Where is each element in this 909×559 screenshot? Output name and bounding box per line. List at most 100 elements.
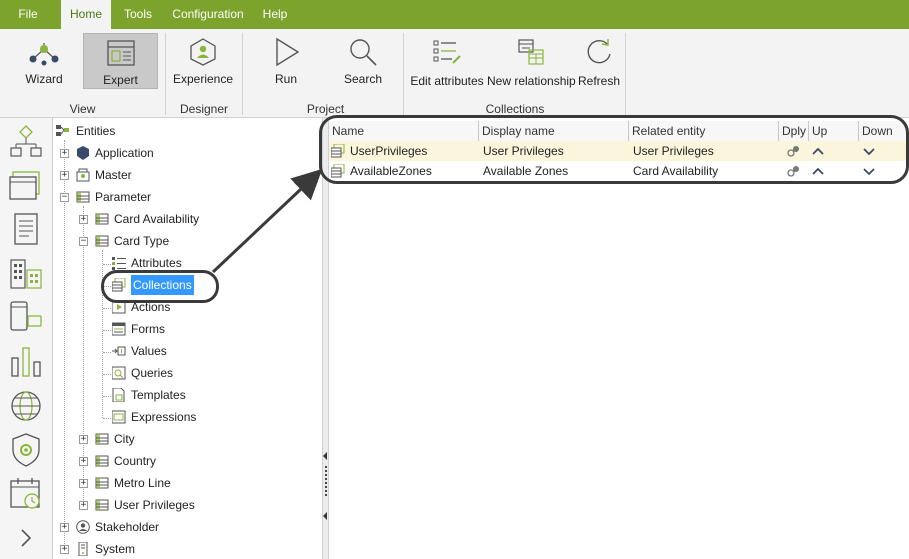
stakeholder-icon — [76, 520, 90, 534]
security-settings-icon[interactable] — [8, 432, 44, 468]
chevron-right-icon[interactable] — [8, 520, 44, 556]
splitter-grip — [325, 490, 327, 492]
pane-splitter[interactable] — [322, 118, 329, 559]
refresh-icon — [587, 39, 611, 64]
tree-node-country[interactable]: + Country — [78, 451, 298, 471]
tree-node-label: Entities — [76, 124, 116, 138]
expand-toggle[interactable]: + — [60, 149, 69, 158]
entity-tree: Entities + Application + Master − Parame… — [54, 118, 322, 559]
expand-toggle[interactable]: + — [79, 479, 88, 488]
experience-label: Experience — [172, 72, 234, 86]
menu-file[interactable]: File — [6, 0, 50, 29]
tree-node-forms[interactable]: Forms — [112, 319, 292, 339]
tree-node-card-availability[interactable]: + Card Availability — [78, 209, 298, 229]
collapse-toggle[interactable]: − — [79, 237, 88, 246]
expert-button[interactable]: Expert — [83, 33, 158, 89]
expand-toggle[interactable]: + — [60, 523, 69, 532]
tree-node-label: Forms — [131, 322, 165, 336]
tree-connector — [103, 264, 111, 265]
expand-toggle[interactable]: + — [79, 435, 88, 444]
splitter-grip — [325, 466, 327, 468]
tree-node-label: Country — [114, 454, 157, 468]
experience-button[interactable]: Experience — [170, 33, 236, 89]
collapse-left-icon[interactable] — [323, 452, 328, 460]
bar-chart-icon[interactable] — [8, 344, 44, 380]
expert-label: Expert — [103, 73, 138, 87]
splitter-grip — [325, 482, 327, 484]
expand-toggle[interactable]: + — [79, 457, 88, 466]
tree-node-card-type[interactable]: − Card Type — [78, 231, 298, 251]
run-button[interactable]: Run — [257, 33, 315, 89]
new-relationship-button[interactable]: New relationship — [487, 35, 576, 91]
wizard-icon — [29, 43, 59, 66]
edit-attributes-icon — [433, 40, 461, 64]
tree-node-parameter[interactable]: − Parameter — [58, 187, 298, 207]
expand-toggle[interactable]: + — [60, 545, 69, 554]
tree-node-master[interactable]: + Master — [58, 165, 298, 185]
system-icon — [78, 542, 88, 556]
tree-node-label: Application — [95, 146, 154, 160]
expand-toggle[interactable]: + — [79, 215, 88, 224]
tree-node-city[interactable]: + City — [78, 429, 298, 449]
master-icon — [76, 168, 90, 182]
tree-node-user-privileges[interactable]: + User Privileges — [78, 495, 298, 515]
menu-home[interactable]: Home — [61, 0, 111, 29]
tree-node-label: Master — [95, 168, 132, 182]
tree-node-label: Expressions — [131, 410, 197, 424]
wizard-button[interactable]: Wizard — [12, 33, 76, 89]
wizard-label: Wizard — [25, 72, 63, 86]
menu-help[interactable]: Help — [255, 0, 295, 29]
tree-node-stakeholder[interactable]: + Stakeholder — [58, 517, 298, 537]
forms-icon[interactable] — [8, 168, 44, 204]
devices-icon[interactable] — [8, 300, 44, 336]
tree-node-label: Stakeholder — [95, 520, 160, 534]
tree-node-label: User Privileges — [114, 498, 195, 512]
tree-connector — [102, 250, 103, 418]
document-icon[interactable] — [8, 212, 44, 248]
tree-node-label: System — [95, 542, 136, 556]
tree-node-label: Parameter — [95, 190, 152, 204]
tree-connector — [103, 330, 111, 331]
refresh-button[interactable]: Refresh — [575, 35, 623, 91]
template-icon — [112, 388, 125, 402]
attributes-icon — [112, 257, 126, 270]
splitter-grip — [325, 474, 327, 476]
table-icon — [95, 499, 109, 511]
calendar-clock-icon[interactable] — [8, 476, 44, 512]
collapse-toggle[interactable]: − — [60, 193, 69, 202]
entities-icon[interactable] — [8, 124, 44, 160]
tree-node-values[interactable]: Values — [112, 341, 292, 361]
tree-connector — [103, 352, 111, 353]
tree-node-label: Metro Line — [114, 476, 171, 490]
table-icon — [76, 191, 90, 203]
menu-tools[interactable]: Tools — [116, 0, 160, 29]
menu-bar: File Home Tools Configuration Help — [0, 0, 909, 29]
tree-node-templates[interactable]: Templates — [112, 385, 292, 405]
expand-toggle[interactable]: + — [60, 171, 69, 180]
search-button[interactable]: Search — [333, 33, 393, 89]
run-label: Run — [274, 72, 297, 86]
edit-attributes-button[interactable]: Edit attributes — [410, 35, 484, 91]
highlight-ring-grid — [319, 115, 909, 184]
tree-node-queries[interactable]: Queries — [112, 363, 292, 383]
splitter-grip — [325, 494, 327, 496]
expression-icon — [112, 410, 126, 424]
cube-icon — [77, 146, 89, 160]
group-designer-label: Designer — [179, 102, 229, 116]
menu-configuration[interactable]: Configuration — [166, 0, 250, 29]
tree-node-system[interactable]: + System — [58, 539, 298, 559]
globe-icon[interactable] — [8, 388, 44, 424]
tree-node-label: Queries — [131, 366, 174, 380]
tree-node-application[interactable]: + Application — [58, 143, 298, 163]
buildings-icon[interactable] — [8, 256, 44, 292]
tree-node-expressions[interactable]: Expressions — [112, 407, 292, 427]
table-icon — [95, 235, 109, 247]
search-label: Search — [343, 72, 383, 86]
collapse-left-icon[interactable] — [323, 512, 328, 520]
tree-node-metro-line[interactable]: + Metro Line — [78, 473, 298, 493]
expand-toggle[interactable]: + — [79, 501, 88, 510]
tree-node-entities[interactable]: Entities — [56, 121, 296, 141]
table-icon — [95, 455, 109, 467]
tree-connector — [103, 396, 111, 397]
table-icon — [95, 477, 109, 489]
